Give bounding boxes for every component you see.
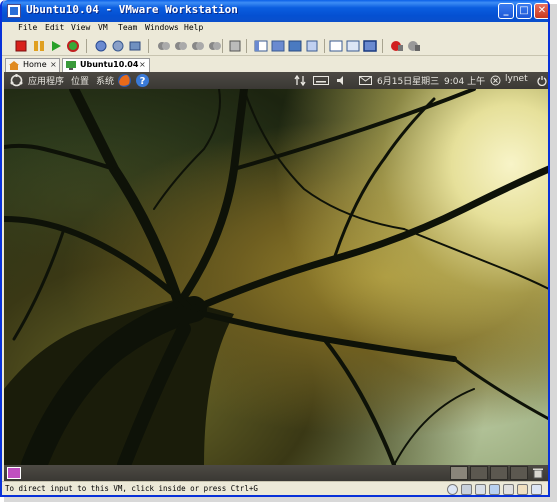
console-view-icon[interactable] (346, 39, 360, 53)
maximize-button[interactable]: □ (516, 3, 532, 19)
team-power-icon[interactable] (157, 39, 171, 53)
replay-icon[interactable] (407, 39, 421, 53)
show-desktop-icon[interactable] (7, 467, 21, 479)
tree-wallpaper-image (4, 89, 548, 465)
tab-ubuntu-label: Ubuntu10.04 (80, 60, 139, 69)
menu-view[interactable]: View (71, 23, 90, 32)
ubuntu-logo-icon[interactable] (10, 74, 23, 87)
record-icon[interactable] (390, 39, 404, 53)
vm-icon (66, 61, 76, 70)
guest-bottom-panel (4, 465, 548, 481)
guest-menu-system[interactable]: 系统 (96, 74, 114, 87)
floppy-device-icon[interactable] (475, 484, 486, 495)
keyboard-icon[interactable] (313, 75, 329, 86)
tab-home[interactable]: Home × (5, 58, 60, 72)
toolbar-separator (324, 39, 325, 53)
tab-ubuntu-close-icon[interactable]: × (139, 60, 146, 69)
guest-top-panel: 应用程序 位置 系统 ? 6月15日星期三 9:04 上午 lynet (4, 72, 548, 89)
workspace-4[interactable] (510, 466, 528, 480)
menu-vm[interactable]: VM (98, 23, 108, 32)
toolbar-separator (86, 39, 87, 53)
menu-team[interactable]: Team (118, 23, 137, 32)
guest-desktop-wallpaper[interactable] (4, 89, 548, 465)
mail-icon[interactable] (359, 75, 372, 86)
toolbar-separator (382, 39, 383, 53)
network-icon[interactable] (294, 75, 306, 86)
guest-date[interactable]: 6月15日星期三 (377, 74, 439, 87)
workspace-1[interactable] (450, 466, 468, 480)
guest-menu-places[interactable]: 位置 (71, 74, 89, 87)
toolbar-separator (222, 39, 223, 53)
quick-switch-icon[interactable] (271, 39, 285, 53)
snapshot-icon[interactable] (94, 39, 108, 53)
toolbar-separator (246, 39, 247, 53)
appliance-view-icon[interactable] (363, 39, 377, 53)
window-title: Ubuntu10.04 - VMware Workstation (26, 3, 238, 16)
tab-bar: Home × Ubuntu10.04 × (2, 57, 548, 72)
unity-icon[interactable] (305, 39, 319, 53)
toolbar (2, 36, 548, 56)
hard-disk-device-icon[interactable] (461, 484, 472, 495)
trash-icon[interactable] (532, 467, 544, 479)
menu-edit[interactable]: Edit (45, 23, 64, 32)
power-on-icon[interactable] (49, 39, 63, 53)
vm-display[interactable]: 应用程序 位置 系统 ? 6月15日星期三 9:04 上午 lynet (4, 72, 548, 465)
snapshot-manager-icon[interactable] (128, 39, 142, 53)
sound-device-icon[interactable] (517, 484, 528, 495)
message-log-icon[interactable] (531, 484, 542, 495)
status-message: To direct input to this VM, click inside… (5, 484, 258, 493)
cdrom-device-icon[interactable] (447, 484, 458, 495)
network-device-icon[interactable] (489, 484, 500, 495)
team-suspend-icon[interactable] (174, 39, 188, 53)
menu-file[interactable]: File (18, 23, 37, 32)
summary-view-icon[interactable] (329, 39, 343, 53)
status-bar: To direct input to this VM, click inside… (2, 481, 548, 495)
power-off-icon[interactable] (14, 39, 28, 53)
full-screen-icon[interactable] (288, 39, 302, 53)
help-icon[interactable]: ? (135, 73, 150, 88)
guest-menu-applications[interactable]: 应用程序 (28, 74, 64, 87)
guest-time[interactable]: 9:04 上午 (444, 74, 485, 87)
sidebar-toggle-icon[interactable] (254, 39, 268, 53)
vmware-window: Ubuntu10.04 - VMware Workstation _ □ ✕ F… (0, 0, 550, 497)
close-button[interactable]: ✕ (534, 3, 548, 19)
shutdown-icon[interactable] (537, 75, 547, 86)
firefox-icon[interactable] (117, 73, 132, 88)
workspace-3[interactable] (490, 466, 508, 480)
tab-ubuntu[interactable]: Ubuntu10.04 × (62, 58, 150, 72)
volume-icon[interactable] (336, 75, 348, 86)
tab-home-label: Home (23, 60, 47, 69)
team-play-icon[interactable] (191, 39, 205, 53)
toolbar-separator (148, 39, 149, 53)
menu-windows[interactable]: Windows (145, 23, 179, 32)
tab-home-close-icon[interactable]: × (50, 60, 57, 69)
suspend-icon[interactable] (32, 39, 46, 53)
team-reset-icon[interactable] (208, 39, 222, 53)
svg-text:?: ? (140, 76, 146, 87)
menu-help[interactable]: Help (184, 23, 203, 32)
vmware-icon (7, 4, 21, 18)
home-icon (9, 61, 19, 70)
usb-device-icon[interactable] (503, 484, 514, 495)
reset-icon[interactable] (66, 39, 80, 53)
revert-snapshot-icon[interactable] (111, 39, 125, 53)
team-snapshot-icon[interactable] (228, 39, 242, 53)
menu-bar: File Edit View VM Team Windows Help (2, 22, 548, 36)
minimize-button[interactable]: _ (498, 3, 514, 19)
workspace-2[interactable] (470, 466, 488, 480)
title-bar[interactable]: Ubuntu10.04 - VMware Workstation _ □ ✕ (2, 0, 548, 22)
user-status-icon[interactable] (490, 75, 501, 86)
guest-username[interactable]: lynet (505, 74, 528, 84)
